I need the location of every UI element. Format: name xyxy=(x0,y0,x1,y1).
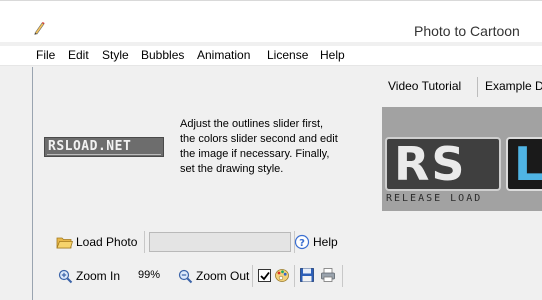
photo-path-field[interactable] xyxy=(149,232,291,252)
question-icon: ? xyxy=(294,234,310,250)
instructions-text: Adjust the outlines slider first, the co… xyxy=(180,117,370,177)
logo-underline xyxy=(47,154,161,155)
load-photo-label: Load Photo xyxy=(76,235,138,249)
preview-image: RS L RELEASE LOAD xyxy=(382,107,542,211)
palette-icon[interactable] xyxy=(274,267,290,283)
instructions-line: set the drawing style. xyxy=(180,163,284,175)
instructions-line: the colors slider second and edit xyxy=(180,133,338,145)
menu-animation[interactable]: Animation xyxy=(197,48,250,62)
tab-example-drawings[interactable]: Example Dr xyxy=(485,79,542,93)
tab-video-tutorial[interactable]: Video Tutorial xyxy=(388,79,461,93)
tab-divider xyxy=(477,77,478,97)
check-icon xyxy=(260,271,270,281)
zoom-out-label: Zoom Out xyxy=(196,269,250,283)
help-button[interactable]: ? Help xyxy=(294,232,338,252)
zoom-out-button[interactable]: Zoom Out xyxy=(178,266,249,286)
rsload-logo: RSLOAD.NET xyxy=(44,137,164,157)
zoom-in-label: Zoom In xyxy=(76,269,121,283)
preview-rs-text: RS xyxy=(394,137,467,191)
zoom-in-button[interactable]: Zoom In xyxy=(58,266,120,286)
instructions-line: the image if necessary. Finally, xyxy=(180,148,330,160)
menu-bar: File Edit Style Bubbles Animation Licens… xyxy=(0,46,542,66)
window-title: Photo to Cartoon xyxy=(414,23,520,39)
title-bar: Photo to Cartoon xyxy=(0,0,542,42)
menu-edit[interactable]: Edit xyxy=(68,48,89,62)
menu-license[interactable]: License xyxy=(267,48,308,62)
logo-text: RSLOAD.NET xyxy=(48,139,132,154)
toolbar-separator xyxy=(144,231,145,253)
load-toolbar: Load Photo ? Help xyxy=(54,230,348,254)
zoom-level: 99% xyxy=(138,269,161,281)
menu-file[interactable]: File xyxy=(36,48,55,62)
load-photo-button[interactable]: Load Photo xyxy=(56,232,137,252)
menu-style[interactable]: Style xyxy=(102,48,129,62)
printer-icon[interactable] xyxy=(320,267,336,283)
toolbar-separator xyxy=(294,265,295,287)
toolbar-separator xyxy=(252,265,253,287)
menu-bubbles[interactable]: Bubbles xyxy=(141,48,184,62)
pencil-icon xyxy=(34,22,45,35)
preview-tagline: RELEASE LOAD xyxy=(386,193,483,204)
folder-icon xyxy=(56,237,73,248)
menu-help[interactable]: Help xyxy=(320,48,345,62)
instructions-line: Adjust the outlines slider first, xyxy=(180,118,324,130)
toggle-checkbox[interactable] xyxy=(258,269,271,282)
preview-l-text: L xyxy=(514,137,542,191)
preview-tabs: Video Tutorial Example Dr xyxy=(382,77,542,97)
zoom-toolbar: Zoom In 99% Zoom Out xyxy=(54,264,344,288)
svg-text:?: ? xyxy=(299,238,305,249)
help-label: Help xyxy=(313,235,338,249)
floppy-disk-icon[interactable] xyxy=(299,267,315,283)
magnifier-plus-icon xyxy=(58,269,73,283)
magnifier-minus-icon xyxy=(178,269,193,283)
toolbar-separator xyxy=(342,265,343,287)
